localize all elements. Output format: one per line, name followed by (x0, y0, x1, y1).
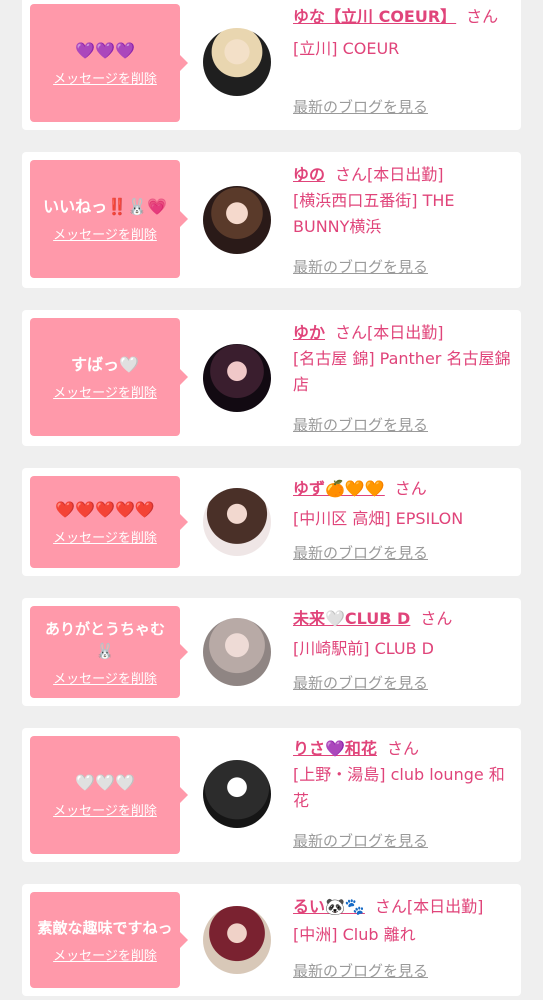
shop-label: [横浜西口五番街] THE BUNNY横浜 (293, 191, 455, 236)
delete-message-link[interactable]: メッセージを削除 (53, 527, 157, 546)
latest-blog-link[interactable]: 最新のブログを見る (293, 96, 428, 117)
attendance-status: [本日出勤] (367, 323, 444, 342)
cast-name-link[interactable]: りさ💜和花 (293, 739, 377, 758)
shop-label: [中川区 高畑] EPSILON (293, 509, 464, 528)
avatar[interactable] (203, 618, 271, 686)
cast-name-link[interactable]: ゆな【立川 COEUR】 (293, 7, 456, 26)
avatar[interactable] (203, 28, 271, 96)
avatar[interactable] (203, 488, 271, 556)
shop-label: [中洲] Club 離れ (293, 925, 416, 944)
san-suffix: さん (335, 165, 368, 184)
san-suffix: さん (420, 609, 453, 628)
avatar[interactable] (203, 344, 271, 412)
message-card: 🤍🤍🤍 メッセージを削除 りさ💜和花 さん [上野・湯島] club lounge… (22, 728, 521, 862)
cast-name-link[interactable]: ゆか (293, 323, 325, 342)
attendance-status: [本日出勤] (406, 897, 484, 916)
message-bubble: 素敵な趣味ですねっ メッセージを削除 (30, 892, 188, 988)
message-text: 🤍🤍🤍 (75, 772, 135, 792)
message-bubble: 🤍🤍🤍 メッセージを削除 (30, 736, 188, 854)
message-card: いいねっ‼️🐰💗 メッセージを削除 ゆの さん[本日出勤] [横浜西口五番街] T… (22, 152, 521, 288)
avatar[interactable] (203, 760, 271, 828)
san-suffix: さん (466, 7, 499, 26)
message-card: 💜💜💜 メッセージを削除 ゆな【立川 COEUR】 さん [立川] COEUR 最… (22, 0, 521, 130)
message-text: ありがとうちゃむ🐰 (44, 619, 165, 660)
latest-blog-link[interactable]: 最新のブログを見る (293, 542, 428, 563)
san-suffix: さん (394, 479, 427, 498)
latest-blog-link[interactable]: 最新のブログを見る (293, 256, 428, 277)
message-bubble: ❤️❤️❤️❤️❤️ メッセージを削除 (30, 476, 188, 568)
attendance-status: [本日出勤] (367, 165, 444, 184)
message-bubble: 💜💜💜 メッセージを削除 (30, 4, 188, 122)
message-text: 素敵な趣味ですねっ (37, 918, 173, 937)
delete-message-link[interactable]: メッセージを削除 (53, 382, 157, 401)
cast-name-link[interactable]: ゆの (293, 165, 325, 184)
shop-label: [上野・湯島] club lounge 和花 (293, 765, 505, 810)
message-bubble: すばっ🤍 メッセージを削除 (30, 318, 188, 436)
message-bubble: ありがとうちゃむ🐰 メッセージを削除 (30, 606, 188, 698)
delete-message-link[interactable]: メッセージを削除 (53, 68, 157, 87)
san-suffix: さん (374, 897, 407, 916)
message-card: すばっ🤍 メッセージを削除 ゆか さん[本日出勤] [名古屋 錦] Panther… (22, 310, 521, 446)
cast-name-link[interactable]: 未来🤍CLUB D (293, 609, 410, 628)
message-card: ❤️❤️❤️❤️❤️ メッセージを削除 ゆず🍊🧡🧡 さん [中川区 高畑] EPS… (22, 468, 521, 576)
delete-message-link[interactable]: メッセージを削除 (53, 224, 157, 243)
message-text: すばっ🤍 (71, 354, 139, 374)
cast-name-link[interactable]: ゆず🍊🧡🧡 (293, 479, 385, 498)
avatar[interactable] (203, 906, 271, 974)
message-text: いいねっ‼️🐰💗 (43, 196, 167, 216)
message-card: ありがとうちゃむ🐰 メッセージを削除 未来🤍CLUB D さん [川崎駅前] CL… (22, 598, 521, 706)
san-suffix: さん (335, 323, 368, 342)
message-text: ❤️❤️❤️❤️❤️ (55, 499, 155, 519)
shop-label: [立川] COEUR (293, 39, 400, 58)
latest-blog-link[interactable]: 最新のブログを見る (293, 672, 428, 693)
avatar[interactable] (203, 186, 271, 254)
message-bubble: いいねっ‼️🐰💗 メッセージを削除 (30, 160, 188, 278)
delete-message-link[interactable]: メッセージを削除 (53, 668, 157, 687)
cast-name-link[interactable]: るい🐼🐾 (293, 897, 365, 916)
san-suffix: さん (386, 739, 419, 758)
delete-message-link[interactable]: メッセージを削除 (53, 945, 157, 964)
delete-message-link[interactable]: メッセージを削除 (53, 800, 157, 819)
latest-blog-link[interactable]: 最新のブログを見る (293, 830, 428, 851)
shop-label: [名古屋 錦] Panther 名古屋錦店 (293, 349, 511, 394)
latest-blog-link[interactable]: 最新のブログを見る (293, 414, 428, 435)
shop-label: [川崎駅前] CLUB D (293, 639, 434, 658)
latest-blog-link[interactable]: 最新のブログを見る (293, 960, 428, 981)
message-card: 素敵な趣味ですねっ メッセージを削除 るい🐼🐾 さん[本日出勤] [中洲] Clu… (22, 884, 521, 996)
message-text: 💜💜💜 (75, 40, 135, 60)
